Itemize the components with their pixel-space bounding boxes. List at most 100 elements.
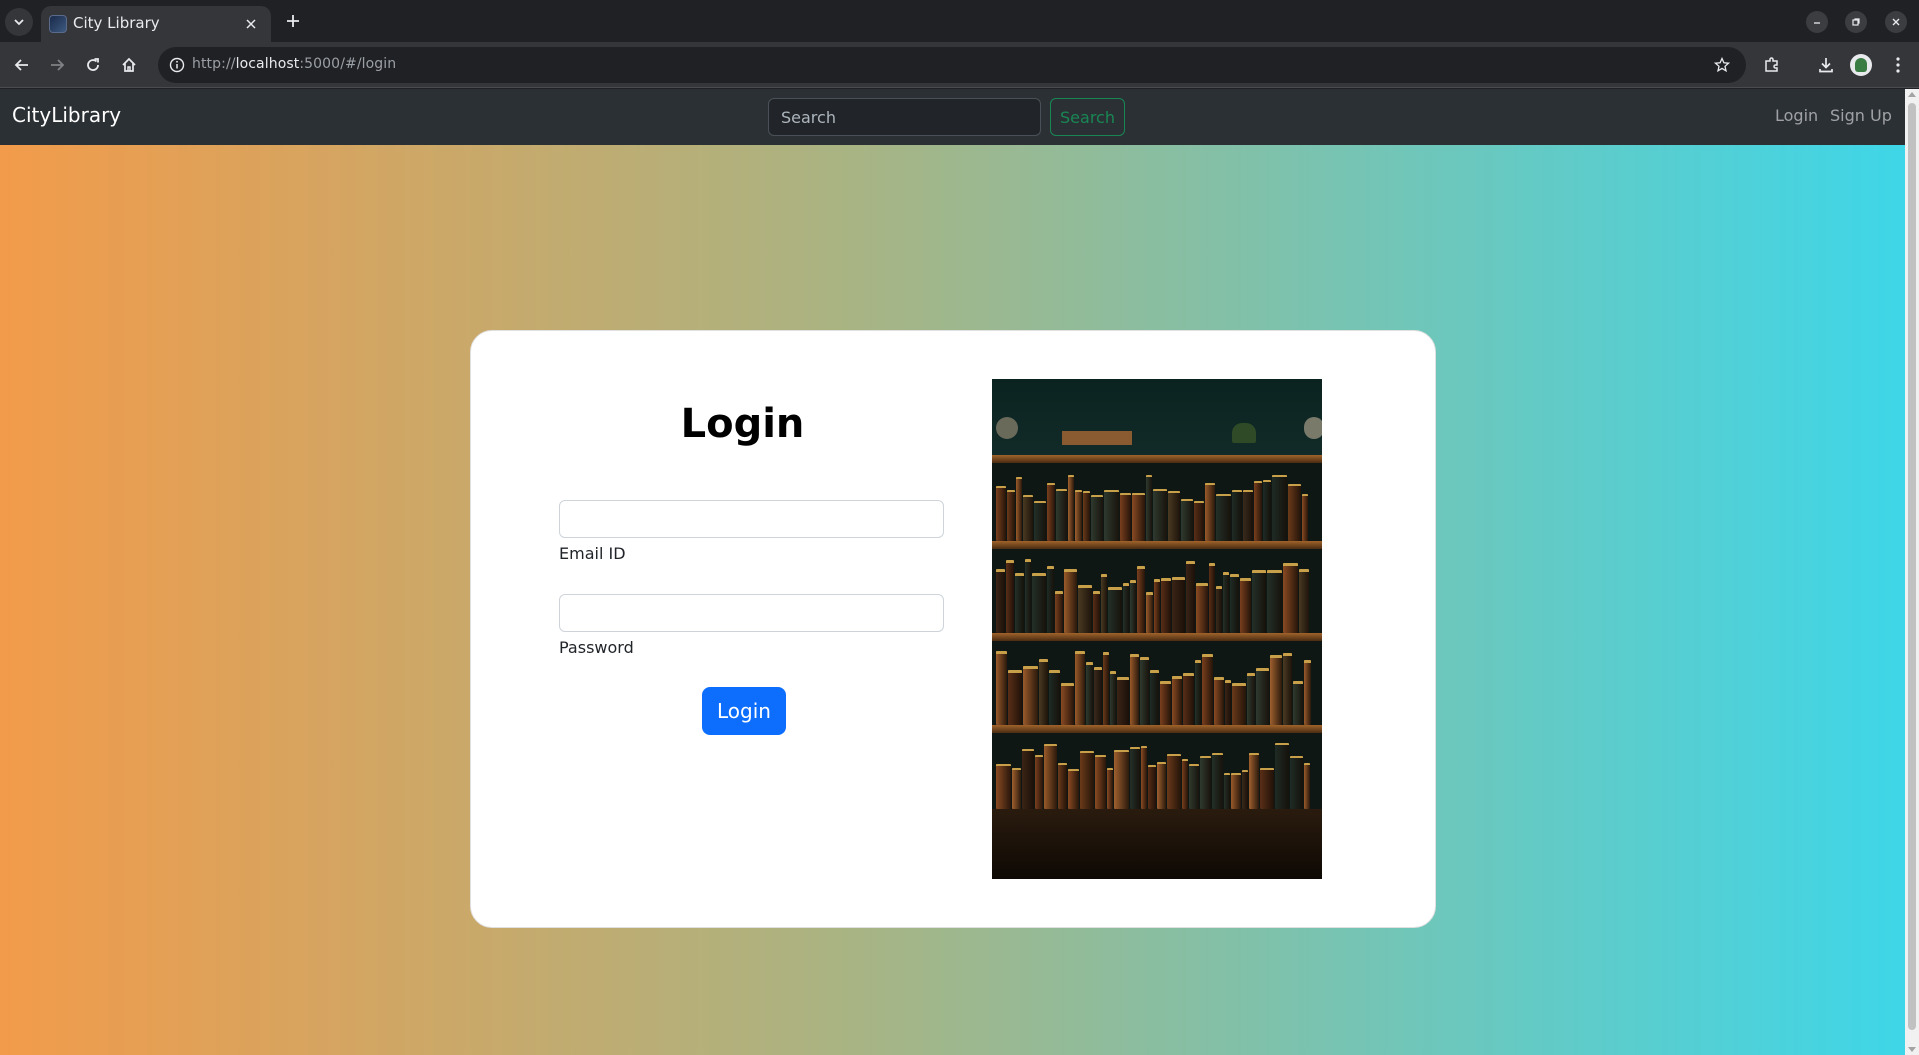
arrow-right-icon [51,59,65,71]
new-tab-button[interactable] [281,9,305,33]
more-vertical-icon [1896,57,1900,73]
book-spine [1304,660,1311,725]
forward-button[interactable] [43,51,71,79]
home-button[interactable] [115,51,143,79]
book-spine [1216,494,1231,541]
tab-search-button[interactable] [5,8,33,36]
book-spine [1299,569,1309,633]
book-spine [1172,577,1185,633]
book-spine [1290,756,1303,809]
page-scrollbar[interactable] [1905,89,1919,1055]
book-spine [1095,755,1106,809]
book-spine [1032,573,1046,633]
plus-icon [287,15,299,27]
book-spine [1123,583,1129,633]
book-spine [1249,753,1259,809]
book-spine [1252,570,1266,633]
book-spine [1080,751,1094,809]
bookmark-star-icon[interactable] [1712,55,1732,75]
book-spine [1075,651,1085,725]
book-spine [1047,566,1054,633]
address-bar[interactable]: http://localhost:5000/#/login [158,47,1746,83]
book-spine [1186,561,1195,633]
scroll-thumb[interactable] [1908,103,1916,1030]
scroll-up-icon[interactable] [1908,92,1916,97]
book-spine [996,651,1007,725]
book-spine [1154,579,1160,633]
close-tab-icon[interactable] [241,14,261,34]
brand-logo[interactable]: CityLibrary [12,103,121,127]
book-spine [1148,765,1156,809]
book-spine [1153,489,1167,541]
book-spine [1302,494,1308,541]
book-spine [1150,670,1159,725]
shelf-top-decor [992,379,1322,457]
book-spine [1101,574,1107,633]
book-spine [1023,666,1038,725]
close-icon [1892,18,1900,26]
minimize-button[interactable] [1806,11,1828,33]
login-heading: Login [680,401,805,447]
book-spine [1157,762,1166,809]
site-info-icon[interactable] [168,56,186,74]
book-spine [1256,668,1269,725]
book-spine [1064,569,1077,633]
book-spine [1108,587,1122,633]
profile-avatar[interactable] [1850,54,1872,76]
book-spine [1025,559,1031,633]
book-spine [1137,566,1145,633]
book-spine [1086,662,1093,725]
password-field[interactable] [559,594,944,632]
email-field[interactable] [559,500,944,538]
book-spine [1243,490,1253,541]
book-spine [1212,753,1223,809]
password-label: Password [559,638,634,657]
book-spine [1283,653,1292,725]
book-spine [1130,747,1140,809]
search-button[interactable]: Search [1050,98,1125,136]
book-spine [1263,480,1271,541]
book-spine [1015,573,1024,633]
close-window-button[interactable] [1885,11,1907,33]
book-spine [1012,768,1021,809]
book-spine [1093,591,1100,633]
browser-menu-button[interactable] [1884,51,1912,79]
book-spine [1130,580,1136,633]
book-spine [1182,759,1188,809]
browser-tab-bar: City Library [0,0,1919,42]
book-spine [996,764,1011,809]
nav-signup-link[interactable]: Sign Up [1830,106,1892,125]
book-spine [1039,659,1048,725]
restore-button[interactable] [1845,11,1867,33]
scroll-down-icon[interactable] [1908,1047,1916,1052]
book-spine [1103,652,1109,725]
email-label: Email ID [559,544,626,563]
book-spine [1254,481,1262,541]
downloads-button[interactable] [1812,51,1840,79]
extensions-button[interactable] [1758,51,1786,79]
book-spine [1293,681,1303,725]
nav-login-link[interactable]: Login [1775,106,1818,125]
minimize-icon [1814,22,1820,24]
book-spine [1288,484,1301,541]
book-spine [1216,586,1222,633]
book-spine [1016,477,1022,541]
book-spine [1160,681,1171,725]
book-spine [1094,667,1102,725]
back-button[interactable] [8,51,36,79]
book-spine [1225,680,1231,725]
book-spine [1231,773,1241,809]
book-spine [1006,560,1014,633]
shelf-row [992,559,1322,633]
book-spine [1146,592,1153,633]
book-spine [1117,677,1129,725]
search-input[interactable] [768,98,1041,136]
reload-button[interactable] [79,51,107,79]
book-spine [1023,495,1033,541]
book-spine [1055,591,1063,633]
browser-tab[interactable]: City Library [41,6,271,42]
book-spine [996,569,1005,633]
book-spine [1223,572,1229,633]
login-submit-button[interactable]: Login [702,687,786,735]
book-spine [1196,583,1208,633]
